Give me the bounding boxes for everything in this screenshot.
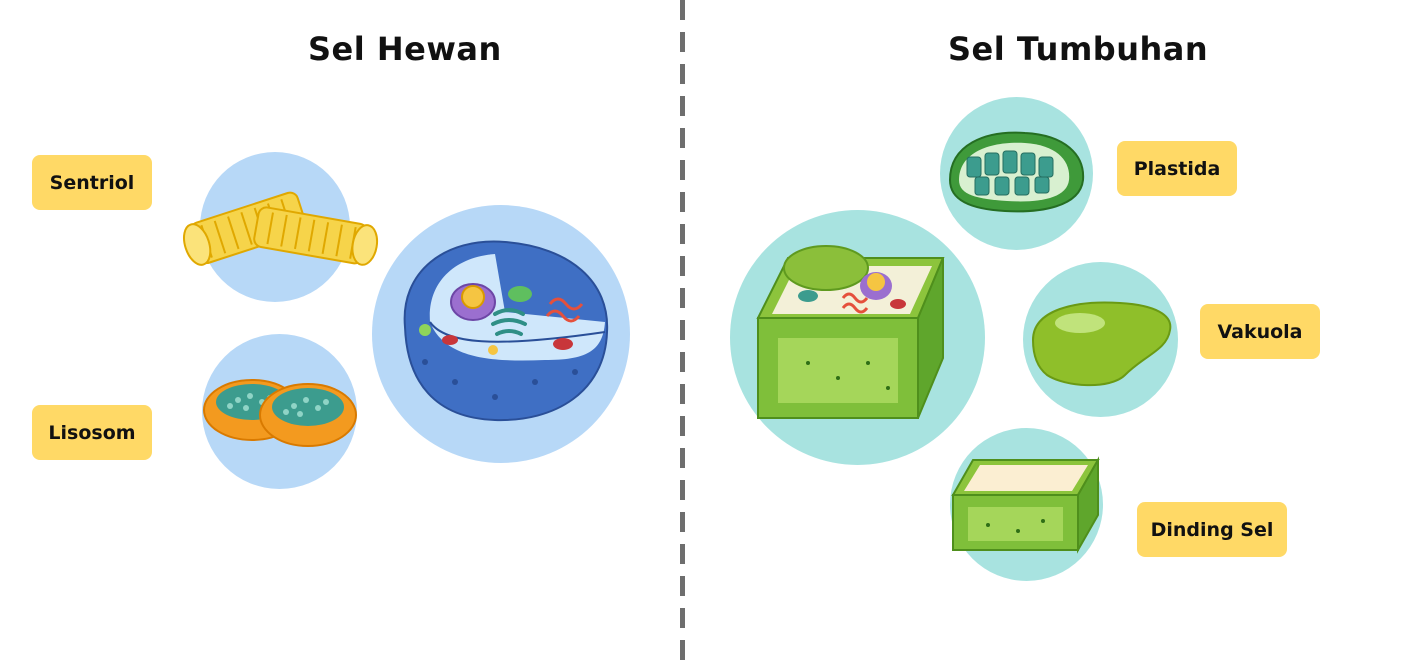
animal-cell-illustration: [403, 240, 609, 422]
centriole-illustration: [183, 191, 379, 266]
lysosome-illustration: [203, 379, 357, 447]
animal-cell-title: Sel Hewan: [308, 30, 502, 68]
plant-cell-illustration: [756, 245, 945, 419]
plant-cell-title: Sel Tumbuhan: [948, 30, 1209, 68]
label-dinding-sel: Dinding Sel: [1137, 502, 1287, 557]
label-lisosom: Lisosom: [32, 405, 152, 460]
label-plastida: Plastida: [1117, 141, 1237, 196]
vacuole-illustration: [1031, 301, 1172, 387]
plastid-illustration: [948, 131, 1085, 213]
cell-wall-illustration: [951, 456, 1100, 554]
section-divider: [680, 0, 685, 665]
label-sentriol: Sentriol: [32, 155, 152, 210]
label-vakuola: Vakuola: [1200, 304, 1320, 359]
